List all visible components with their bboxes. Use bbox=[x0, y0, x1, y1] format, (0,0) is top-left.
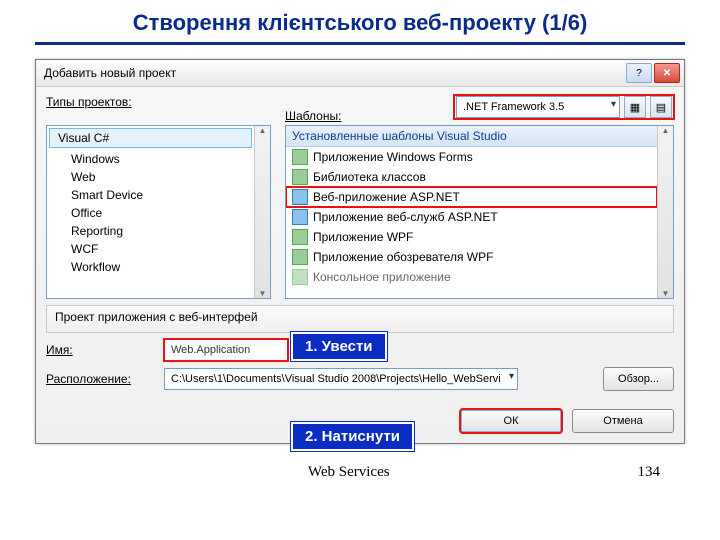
template-icon bbox=[292, 169, 308, 185]
template-label: Веб-приложение ASP.NET bbox=[313, 190, 460, 204]
location-row: Расположение: C:\Users\1\Documents\Visua… bbox=[36, 361, 684, 391]
template-item-aspnet-web[interactable]: Веб-приложение ASP.NET bbox=[286, 187, 657, 207]
dialog-title: Добавить новый проект bbox=[40, 66, 624, 80]
dialog-titlebar: Добавить новый проект ? ✕ bbox=[36, 60, 684, 87]
tree-scrollbar[interactable]: ▲▼ bbox=[254, 126, 270, 298]
slide-title: Створення клієнтського веб-проекту (1/6) bbox=[0, 0, 720, 42]
template-icon bbox=[292, 249, 308, 265]
template-label: Приложение веб-служб ASP.NET bbox=[313, 210, 498, 224]
view-small-icons-button[interactable]: ▦ bbox=[624, 96, 646, 118]
templates-group-header: Установленные шаблоны Visual Studio bbox=[286, 126, 657, 147]
templates-label: Шаблоны: bbox=[285, 109, 454, 123]
tree-item[interactable]: Workflow bbox=[47, 258, 254, 276]
template-label: Приложение WPF bbox=[313, 230, 413, 244]
template-icon bbox=[292, 209, 308, 225]
ok-button[interactable]: ОК bbox=[460, 409, 562, 433]
template-icon bbox=[292, 189, 308, 205]
template-icon bbox=[292, 149, 308, 165]
framework-toolbar: .NET Framework 3.5 ▦ ▤ bbox=[454, 95, 674, 119]
template-label: Приложение Windows Forms bbox=[313, 150, 473, 164]
help-button[interactable]: ? bbox=[626, 63, 652, 83]
new-project-dialog: Добавить новый проект ? ✕ Типы проектов:… bbox=[35, 59, 685, 444]
template-label: Приложение обозревателя WPF bbox=[313, 250, 493, 264]
location-input[interactable]: C:\Users\1\Documents\Visual Studio 2008\… bbox=[164, 368, 518, 390]
tree-root-visual-csharp[interactable]: Visual C# bbox=[49, 128, 252, 148]
templates-scrollbar[interactable]: ▲▼ bbox=[657, 126, 673, 298]
tree-item[interactable]: Web bbox=[47, 168, 254, 186]
tree-item[interactable]: WCF bbox=[47, 240, 254, 258]
template-label: Консольное приложение bbox=[313, 270, 451, 284]
title-underline bbox=[35, 42, 685, 45]
location-label: Расположение: bbox=[46, 372, 156, 386]
template-item[interactable]: Приложение веб-служб ASP.NET bbox=[286, 207, 657, 227]
template-description: Проект приложения с веб-интерфей bbox=[46, 305, 674, 333]
page-number: 134 bbox=[638, 464, 661, 481]
project-types-tree[interactable]: Visual C# Windows Web Smart Device Offic… bbox=[46, 125, 271, 299]
template-item[interactable]: Приложение обозревателя WPF bbox=[286, 247, 657, 267]
framework-selector[interactable]: .NET Framework 3.5 bbox=[456, 96, 620, 118]
template-label: Библиотека классов bbox=[313, 170, 426, 184]
tree-item[interactable]: Office bbox=[47, 204, 254, 222]
templates-list[interactable]: Установленные шаблоны Visual Studio Прил… bbox=[285, 125, 674, 299]
close-button[interactable]: ✕ bbox=[654, 63, 680, 83]
tree-item[interactable]: Smart Device bbox=[47, 186, 254, 204]
project-types-label: Типы проектов: bbox=[46, 95, 271, 109]
callout-step-1: 1. Увести bbox=[291, 332, 387, 361]
tree-item[interactable]: Windows bbox=[47, 150, 254, 168]
template-item[interactable]: Библиотека классов bbox=[286, 167, 657, 187]
cancel-button[interactable]: Отмена bbox=[572, 409, 674, 433]
template-item[interactable]: Консольное приложение bbox=[286, 267, 657, 287]
dialog-body-lists: Visual C# Windows Web Smart Device Offic… bbox=[36, 123, 684, 299]
browse-button[interactable]: Обзор... bbox=[603, 367, 674, 391]
template-description-text: Проект приложения с веб-интерфей bbox=[55, 310, 258, 324]
tree-item[interactable]: Reporting bbox=[47, 222, 254, 240]
dialog-body-header: Типы проектов: Шаблоны: .NET Framework 3… bbox=[36, 87, 684, 123]
project-name-input[interactable]: Web.Application bbox=[164, 339, 288, 361]
footer-title: Web Services bbox=[308, 464, 390, 481]
template-item[interactable]: Приложение Windows Forms bbox=[286, 147, 657, 167]
callout-step-2: 2. Натиснути bbox=[291, 422, 414, 451]
view-large-icons-button[interactable]: ▤ bbox=[650, 96, 672, 118]
template-icon bbox=[292, 229, 308, 245]
template-icon bbox=[292, 269, 308, 285]
template-item[interactable]: Приложение WPF bbox=[286, 227, 657, 247]
name-label: Имя: bbox=[46, 343, 156, 357]
